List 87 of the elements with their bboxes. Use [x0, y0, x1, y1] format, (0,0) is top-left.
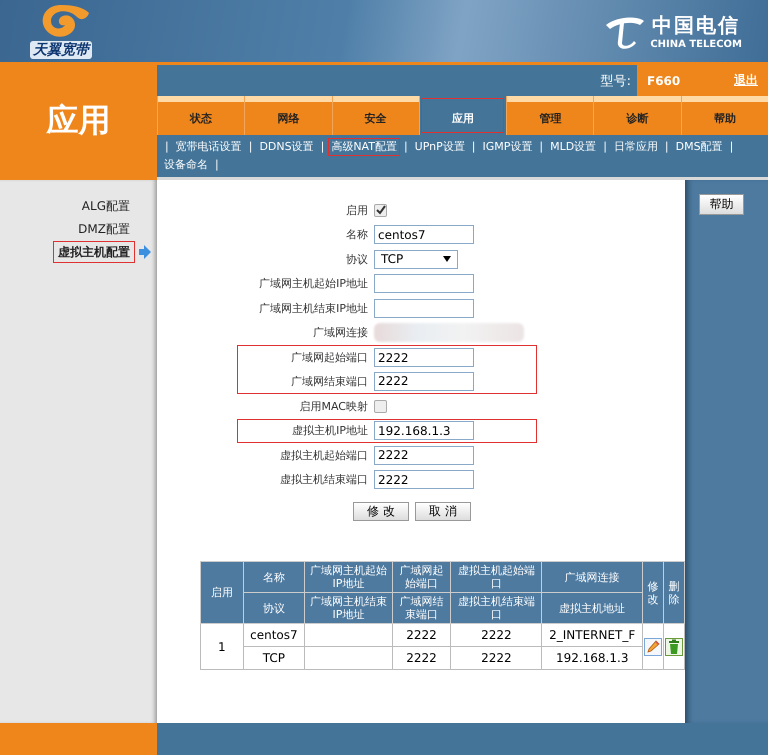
- table-header: 广域网连接: [542, 562, 642, 592]
- nav-tab[interactable]: 帮助: [680, 96, 768, 135]
- help-button[interactable]: 帮助: [699, 194, 744, 215]
- sidebar-link[interactable]: DMZ配置: [73, 218, 135, 240]
- separator-text: |: [472, 140, 476, 153]
- field-label: 虚拟主机起始端口: [279, 448, 369, 463]
- submenu-link[interactable]: MLD设置: [547, 138, 600, 156]
- nav-tab[interactable]: 诊断: [593, 96, 681, 135]
- field-label: 虚拟主机结束端口: [279, 472, 369, 488]
- nav-tab[interactable]: 状态: [157, 96, 244, 135]
- pencil-icon[interactable]: [644, 638, 662, 656]
- text-field[interactable]: 2222: [374, 372, 474, 391]
- table-header: 虚拟主机地址: [542, 592, 642, 624]
- table-header: 删除: [663, 562, 684, 624]
- table-header: 虚拟主机结束端口: [450, 592, 542, 624]
- protocol-dropdown[interactable]: TCP: [374, 250, 458, 269]
- text-field[interactable]: 192.168.1.3: [374, 421, 474, 440]
- nav-tab[interactable]: 网络: [244, 96, 332, 135]
- model-label: 型号:: [600, 72, 631, 90]
- field-label: 广域网主机结束IP地址: [258, 300, 369, 316]
- text-field[interactable]: [374, 298, 474, 318]
- table-cell: 2222: [392, 624, 451, 646]
- form-button[interactable]: 取 消: [415, 502, 471, 521]
- form-button[interactable]: 修 改: [353, 502, 409, 521]
- text-field[interactable]: 2222: [374, 470, 474, 490]
- table-cell: centos7: [243, 624, 305, 646]
- separator-text: |: [165, 140, 169, 153]
- checkbox[interactable]: [374, 400, 387, 413]
- table-cell: 2222: [450, 646, 542, 670]
- trash-icon[interactable]: [664, 638, 683, 656]
- table-header: 广域网主机结束IP地址: [304, 592, 392, 624]
- separator-text: |: [248, 140, 252, 153]
- separator-text: |: [664, 140, 669, 153]
- text-field[interactable]: [374, 274, 474, 294]
- logo-text: 天翼宽带: [30, 41, 92, 59]
- nav-tab[interactable]: 应用: [418, 96, 506, 135]
- brand-subtitle: CHINA TELECOM: [650, 39, 742, 50]
- field-label: 启用: [345, 202, 369, 218]
- table-header: 虚拟主机起始端口: [450, 562, 542, 592]
- caret-icon: [443, 256, 451, 262]
- separator-text: |: [215, 158, 219, 171]
- sidebar-link[interactable]: ALG配置: [76, 194, 135, 216]
- table-header: 广域网起始端口: [392, 562, 451, 592]
- table-header: 修改: [642, 562, 664, 624]
- nav-tab[interactable]: 管理: [506, 96, 594, 135]
- field-label: 广域网起始端口: [290, 350, 369, 366]
- table-header: 名称: [243, 562, 305, 592]
- separator-text: |: [320, 140, 324, 153]
- field-label: 协议: [345, 252, 369, 267]
- table-cell: 2222: [450, 624, 542, 646]
- table-cell: 2222: [392, 646, 451, 670]
- table-cell: 2_INTERNET_F: [542, 624, 642, 646]
- table-header: 广域网主机起始IP地址: [304, 562, 392, 592]
- field-label: 名称: [345, 227, 369, 242]
- submenu-link[interactable]: 设备命名: [161, 156, 211, 174]
- table-cell: 1: [200, 624, 244, 670]
- submenu-link[interactable]: DMS配置: [672, 138, 726, 156]
- table-header: 协议: [243, 592, 305, 624]
- submenu-link[interactable]: IGMP设置: [479, 138, 536, 156]
- field-label: 虚拟主机IP地址: [291, 423, 369, 438]
- field-label: 广域网连接: [312, 325, 369, 340]
- brand-name: 中国电信: [652, 12, 740, 39]
- field-label: 广域网结束端口: [290, 374, 369, 389]
- sidebar-link[interactable]: 虚拟主机配置: [53, 240, 135, 262]
- field-label: 广域网主机起始IP地址: [258, 276, 369, 292]
- section-title: 应用: [46, 100, 110, 141]
- submenu-link[interactable]: UPnP设置: [412, 138, 468, 156]
- table-header: 启用: [200, 562, 244, 624]
- model-value: F660: [647, 74, 680, 88]
- text-field[interactable]: 2222: [374, 446, 474, 465]
- submenu-link[interactable]: 高级NAT配置: [328, 138, 400, 156]
- field-label: 启用MAC映射: [298, 398, 369, 414]
- separator-text: |: [603, 140, 607, 153]
- submenu-link[interactable]: 日常应用: [610, 138, 661, 156]
- table-header: 广域网结束端口: [392, 592, 451, 624]
- text-field[interactable]: centos7: [374, 225, 474, 244]
- checkbox[interactable]: [374, 204, 387, 217]
- submenu-link[interactable]: 宽带电话设置: [172, 138, 245, 156]
- separator-text: |: [404, 140, 408, 153]
- separator-text: |: [539, 140, 544, 153]
- text-field[interactable]: 2222: [374, 348, 474, 368]
- blurred-dropdown[interactable]: [374, 323, 524, 342]
- table-cell: TCP: [243, 646, 305, 670]
- submenu-link[interactable]: DDNS设置: [256, 138, 317, 156]
- nav-tab[interactable]: 安全: [332, 96, 419, 135]
- arrow-right-icon: [139, 244, 151, 258]
- separator-text: |: [730, 140, 734, 153]
